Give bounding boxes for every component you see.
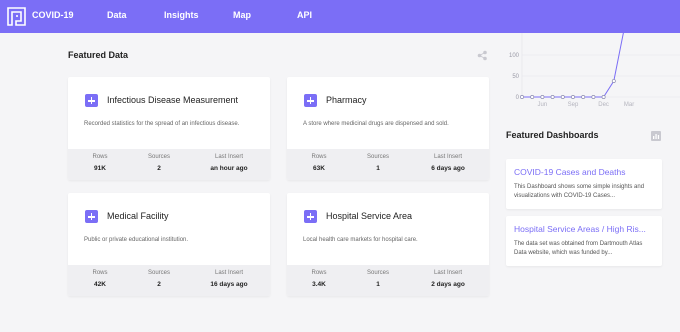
stat-label: Rows <box>92 154 108 160</box>
stat-label: Rows <box>311 270 327 276</box>
stat-value: 1 <box>376 165 380 172</box>
plus-icon <box>304 94 317 107</box>
bar-chart-icon[interactable] <box>651 131 661 141</box>
data-card-medical-facility[interactable]: Medical Facility Public or private educa… <box>68 193 270 296</box>
data-point <box>540 95 545 99</box>
featured-dashboards-title: Featured Dashboards <box>506 130 599 140</box>
stat-rows: Rows 91K <box>82 154 118 172</box>
card-title: Pharmacy <box>326 95 367 105</box>
series-line <box>522 33 624 98</box>
stat-value: an hour ago <box>210 165 248 172</box>
featured-data-title: Featured Data <box>68 50 129 60</box>
stat-value: 91K <box>94 165 106 172</box>
stat-value: 2 <box>157 165 161 172</box>
stat-label: Sources <box>366 270 389 276</box>
nav-link-map[interactable]: Map <box>233 10 251 20</box>
x-tick-label: Dec <box>598 102 609 108</box>
x-tick-label: Mar <box>624 102 634 108</box>
stat-label: Rows <box>92 270 108 276</box>
x-tick-label: Sep <box>568 102 579 108</box>
card-description: A store where medicinal drugs are dispen… <box>303 121 449 127</box>
y-tick-labels: 100 50 0 <box>509 53 520 101</box>
cases-line-chart: 100 50 0 Jun Sep Dec Mar <box>509 33 680 108</box>
stat-value: 6 days ago <box>431 165 465 172</box>
stat-last-insert: Last Insert 2 days ago <box>419 270 477 288</box>
stat-rows: Rows 42K <box>82 270 118 288</box>
stat-value: 42K <box>94 281 106 288</box>
card-title: Medical Facility <box>107 211 169 221</box>
data-card-hospital-service-area[interactable]: Hospital Service Area Local health care … <box>287 193 489 296</box>
stat-value: 1 <box>376 281 380 288</box>
dashboard-title[interactable]: COVID-19 Cases and Deaths <box>514 167 654 177</box>
logo-icon[interactable] <box>7 7 26 26</box>
stat-value: 16 days ago <box>210 281 248 288</box>
card-description: Public or private educational institutio… <box>84 237 189 243</box>
share-icon[interactable] <box>477 50 488 61</box>
data-card-pharmacy[interactable]: Pharmacy A store where medicinal drugs a… <box>287 77 489 180</box>
stat-last-insert: Last Insert 16 days ago <box>200 270 258 288</box>
card-description: Recorded statistics for the spread of an… <box>84 121 240 127</box>
data-point <box>571 95 575 99</box>
card-stats: Rows 63K Sources 1 Last Insert 6 days ago <box>287 149 489 180</box>
plus-icon <box>304 210 317 223</box>
card-stats: Rows 42K Sources 2 Last Insert 16 days ago <box>68 265 270 296</box>
stat-label: Last Insert <box>433 270 462 276</box>
dashboard-description: The data set was obtained from Dartmouth… <box>514 241 643 256</box>
stat-label: Sources <box>147 154 170 160</box>
dashboard-description: This Dashboard shows some simple insight… <box>514 184 645 199</box>
plus-icon <box>85 94 98 107</box>
data-point <box>530 95 535 99</box>
data-point <box>550 95 555 99</box>
stat-rows: Rows 63K <box>301 154 337 172</box>
stat-label: Rows <box>311 154 327 160</box>
card-stats: Rows 91K Sources 2 Last Insert an hour ago <box>68 149 270 180</box>
dashboard-card-covid-cases[interactable]: COVID-19 Cases and Deaths This Dashboard… <box>506 159 662 209</box>
data-point <box>601 95 606 99</box>
stat-sources: Sources 2 <box>140 154 178 172</box>
y-tick-label: 0 <box>516 95 520 101</box>
nav-link-data[interactable]: Data <box>107 10 127 20</box>
card-title: Infectious Disease Measurement <box>107 95 239 105</box>
card-description: Local health care markets for hospital c… <box>303 237 418 243</box>
stat-label: Last Insert <box>214 154 243 160</box>
data-point <box>581 95 586 99</box>
data-point <box>520 95 524 99</box>
stat-value: 3.4K <box>312 281 326 288</box>
stat-sources: Sources 1 <box>359 154 397 172</box>
stat-label: Last Insert <box>433 154 462 160</box>
x-tick-labels: Jun Sep Dec Mar <box>538 102 635 108</box>
stat-value: 63K <box>313 165 325 172</box>
stat-last-insert: Last Insert 6 days ago <box>419 154 477 172</box>
x-tick-label: Jun <box>538 102 548 108</box>
data-point <box>611 79 616 83</box>
stat-rows: Rows 3.4K <box>301 270 337 288</box>
stat-value: 2 <box>157 281 161 288</box>
stat-label: Last Insert <box>214 270 243 276</box>
stat-sources: Sources 1 <box>359 270 397 288</box>
top-nav: COVID-19 Data Insights Map API <box>0 0 680 33</box>
y-tick-label: 100 <box>509 53 520 59</box>
data-card-infectious-disease[interactable]: Infectious Disease Measurement Recorded … <box>68 77 270 180</box>
nav-link-api[interactable]: API <box>297 10 312 20</box>
stat-label: Sources <box>366 154 389 160</box>
stat-sources: Sources 2 <box>140 270 178 288</box>
y-tick-label: 50 <box>512 74 519 80</box>
dashboard-card-hospital-service-areas[interactable]: Hospital Service Areas / High Ris... The… <box>506 216 662 266</box>
stat-value: 2 days ago <box>431 281 465 288</box>
card-title: Hospital Service Area <box>326 211 413 221</box>
brand-name[interactable]: COVID-19 <box>32 10 74 20</box>
chart-grid <box>522 54 680 98</box>
card-stats: Rows 3.4K Sources 1 Last Insert 2 days ago <box>287 265 489 296</box>
data-point <box>591 95 596 99</box>
stat-label: Sources <box>147 270 170 276</box>
dashboard-title[interactable]: Hospital Service Areas / High Ris... <box>514 224 654 234</box>
data-point <box>560 95 565 99</box>
stat-last-insert: Last Insert an hour ago <box>200 154 258 172</box>
nav-link-insights[interactable]: Insights <box>164 10 199 20</box>
series-points <box>520 79 616 99</box>
plus-icon <box>85 210 98 223</box>
